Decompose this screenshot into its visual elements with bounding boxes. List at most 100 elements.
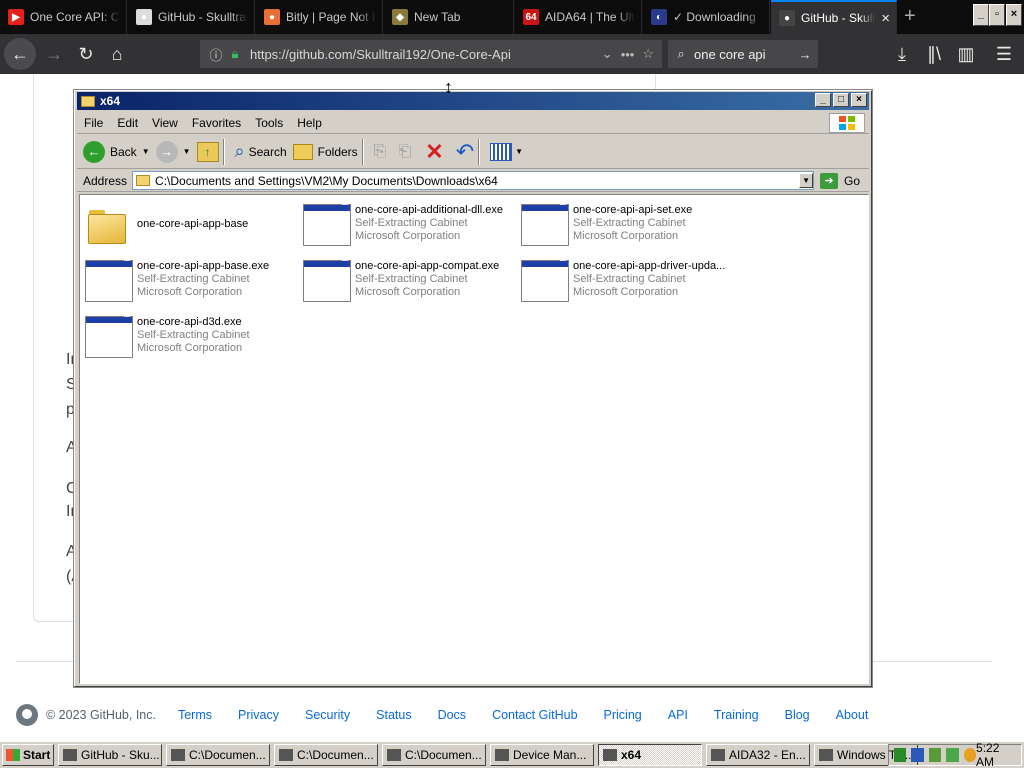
taskbar-button[interactable]: GitHub - Sku...	[58, 744, 162, 766]
explorer-window[interactable]: x64 _ □ × File Edit View Favorites Tools Help…	[73, 89, 873, 688]
browser-tab[interactable]: ◐ ✓ Downloading	[643, 0, 770, 34]
menu-help[interactable]: Help	[290, 116, 329, 130]
file-item[interactable]: one-core-api-additional-dll.exeSelf-Extr…	[303, 202, 518, 252]
up-folder-button[interactable]: ↑	[196, 141, 219, 162]
copy-to-button[interactable]: ⎗	[392, 143, 411, 161]
reload-icon[interactable]: ↻	[72, 40, 100, 68]
file-item[interactable]: one-core-api-api-set.exeSelf-Extracting …	[521, 202, 736, 252]
back-dropdown-icon[interactable]: ▼	[142, 147, 150, 156]
move-to-button[interactable]: ⎘	[374, 143, 387, 161]
back-icon[interactable]: ←	[4, 38, 36, 70]
browser-tab[interactable]: 64 AIDA64 | The Ult	[515, 0, 642, 34]
tray-network-icon[interactable]	[911, 748, 924, 762]
explorer-maximize-button[interactable]: □	[833, 93, 849, 107]
menu-view[interactable]: View	[145, 116, 185, 130]
browser-tab[interactable]: ▶ One Core API: Cr	[0, 0, 127, 34]
browser-tab[interactable]: ● GitHub - Skull ×	[771, 0, 897, 34]
github-logo-icon[interactable]	[16, 704, 38, 726]
menu-icon[interactable]: ☰	[990, 40, 1018, 68]
url-text[interactable]: https://github.com/Skulltrail192/One-Cor…	[250, 47, 602, 62]
restore-button[interactable]: ▫	[989, 4, 1005, 26]
undo-button[interactable]: ↶	[450, 139, 474, 165]
taskbar-button[interactable]: C:\Documen...	[382, 744, 486, 766]
address-field[interactable]: C:\Documents and Settings\VM2\My Documen…	[132, 171, 815, 190]
tab-label: ✓ Downloading	[673, 10, 756, 24]
sidebar-icon[interactable]: ▥	[952, 40, 980, 68]
file-item[interactable]: one-core-api-app-compat.exeSelf-Extracti…	[303, 258, 518, 308]
tray-search-icon[interactable]	[963, 748, 977, 762]
file-item[interactable]: one-core-api-app-driver-upda...Self-Extr…	[521, 258, 736, 308]
search-go-icon[interactable]: →	[792, 47, 818, 62]
task-label: x64	[621, 748, 642, 762]
tab-close-icon[interactable]: ×	[881, 10, 890, 27]
footer-link-contact-github[interactable]: Contact GitHub	[492, 708, 577, 722]
tray-app-icon[interactable]	[894, 748, 907, 762]
taskbar-button[interactable]: x64	[598, 744, 702, 766]
go-arrow-icon: ➔	[820, 172, 839, 189]
folders-button[interactable]: Folders	[292, 143, 358, 160]
file-item[interactable]: one-core-api-d3d.exeSelf-Extracting Cabi…	[85, 314, 300, 364]
search-bar[interactable]: ⌕ one core api →	[668, 40, 818, 68]
page-actions-icon[interactable]: •••	[621, 47, 635, 62]
views-button[interactable]: ▼	[490, 142, 523, 161]
address-dropdown-icon[interactable]: ▼	[799, 173, 814, 188]
menu-tools[interactable]: Tools	[248, 116, 290, 130]
forward-button[interactable]: → ▼	[155, 140, 191, 163]
browser-tab[interactable]: ● GitHub - Skulltrail	[128, 0, 255, 34]
menu-edit[interactable]: Edit	[110, 116, 145, 130]
forward-dropdown-icon[interactable]: ▼	[183, 147, 191, 156]
footer-link-privacy[interactable]: Privacy	[238, 708, 279, 722]
file-company: Microsoft Corporation	[573, 286, 679, 298]
delete-button[interactable]: ✕	[417, 139, 443, 165]
taskbar-button[interactable]: AIDA32 - En...	[706, 744, 810, 766]
file-company: Microsoft Corporation	[355, 286, 461, 298]
footer-link-docs[interactable]: Docs	[438, 708, 466, 722]
exe-file-icon	[85, 258, 133, 302]
footer-link-about[interactable]: About	[836, 708, 869, 722]
search-button[interactable]: ⌕ Search	[235, 141, 287, 162]
taskbar-button[interactable]: C:\Documen...	[274, 744, 378, 766]
search-input[interactable]: one core api	[694, 47, 792, 62]
tab-label: GitHub - Skull	[801, 11, 876, 25]
file-list[interactable]: one-core-api-app-base one-core-api-additi…	[79, 194, 869, 684]
url-dropdown-icon[interactable]: ⌄	[602, 46, 613, 62]
file-type: Self-Extracting Cabinet	[137, 329, 250, 341]
go-button[interactable]: ➔ Go	[820, 172, 860, 189]
browser-tab[interactable]: ● Bitly | Page Not F	[256, 0, 383, 34]
bookmark-star-icon[interactable]: ☆	[642, 46, 654, 62]
footer-link-security[interactable]: Security	[305, 708, 350, 722]
explorer-minimize-button[interactable]: _	[815, 93, 831, 107]
task-app-icon	[171, 749, 185, 761]
tray-security-icon[interactable]	[946, 748, 959, 762]
file-item[interactable]: one-core-api-app-base.exeSelf-Extracting…	[85, 258, 300, 308]
minimize-button[interactable]: _	[973, 4, 989, 26]
explorer-titlebar[interactable]: x64 _ □ ×	[77, 92, 869, 110]
file-item[interactable]: one-core-api-app-base	[85, 204, 300, 252]
menu-favorites[interactable]: Favorites	[185, 116, 248, 130]
library-icon[interactable]: ∥\	[920, 40, 948, 68]
forward-icon[interactable]: →	[40, 40, 68, 68]
menu-file[interactable]: File	[77, 116, 110, 130]
footer-link-api[interactable]: API	[668, 708, 688, 722]
back-button[interactable]: ← Back ▼	[83, 140, 150, 163]
new-tab-button[interactable]: +	[904, 5, 916, 28]
info-icon[interactable]: ⓘ	[206, 45, 226, 64]
tray-safely-remove-icon[interactable]	[928, 748, 942, 762]
start-button[interactable]: Start	[2, 744, 54, 766]
taskbar-button[interactable]: C:\Documen...	[166, 744, 270, 766]
footer-link-pricing[interactable]: Pricing	[604, 708, 642, 722]
footer-link-blog[interactable]: Blog	[785, 708, 810, 722]
downloads-icon[interactable]: ⤓	[888, 40, 916, 68]
close-window-button[interactable]: ×	[1006, 4, 1022, 26]
browser-tab[interactable]: ◆ New Tab	[384, 0, 514, 34]
footer-link-terms[interactable]: Terms	[178, 708, 212, 722]
explorer-close-button[interactable]: ×	[851, 93, 867, 107]
footer-link-status[interactable]: Status	[376, 708, 411, 722]
views-dropdown-icon[interactable]: ▼	[515, 147, 523, 156]
footer-link-training[interactable]: Training	[714, 708, 759, 722]
taskbar-button[interactable]: Device Man...	[490, 744, 594, 766]
home-icon[interactable]: ⌂	[103, 40, 131, 68]
url-bar[interactable]: ⓘ 🔒︎ https://github.com/Skulltrail192/On…	[200, 40, 662, 68]
address-path[interactable]: C:\Documents and Settings\VM2\My Documen…	[155, 174, 498, 188]
clock[interactable]: 5:22 AM	[976, 741, 1015, 768]
